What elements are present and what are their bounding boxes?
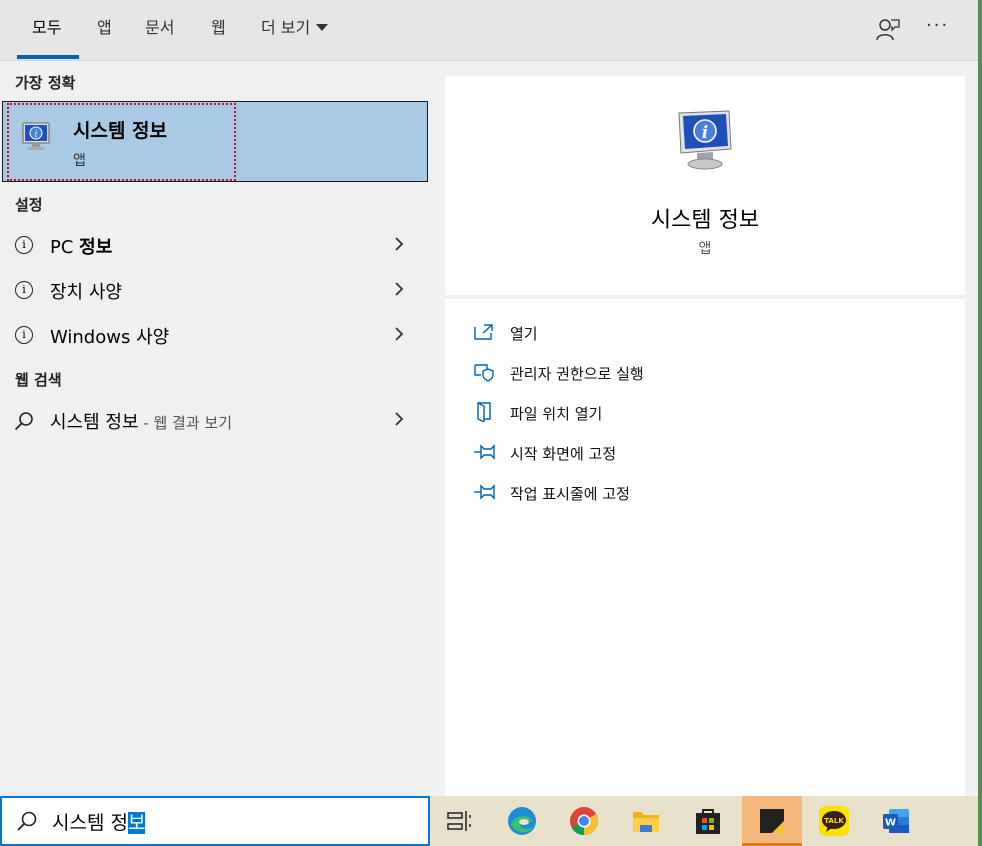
- shield-icon: [474, 364, 494, 382]
- web-search-suffix: - 웹 결과 보기: [138, 414, 233, 432]
- taskbar: TALK W: [430, 796, 978, 846]
- sticky-notes-icon: [760, 809, 784, 833]
- settings-item-device-specs[interactable]: i 장치 사양: [0, 268, 430, 313]
- tab-all[interactable]: 모두: [32, 0, 61, 60]
- best-match-title: 시스템 정보: [73, 120, 168, 142]
- settings-item-windows-specs[interactable]: i Windows 사양: [0, 313, 430, 358]
- folder-icon: [633, 812, 659, 832]
- system-info-icon: i: [678, 110, 732, 170]
- chevron-right-icon: [395, 237, 404, 251]
- kakaotalk-label: TALK: [824, 817, 844, 825]
- store-bag-icon: [696, 809, 720, 834]
- app-detail-title: 시스템 정보: [650, 208, 760, 233]
- best-match-header: 가장 정확: [15, 74, 76, 92]
- best-match-result[interactable]: i 시스템 정보 앱: [2, 101, 428, 182]
- results-panel: 가장 정확 i 시스템 정보 앱 설정 i PC 정보 i 장치 사양 i Wi…: [0, 61, 430, 796]
- action-pin-to-start[interactable]: 시작 화면에 고정: [473, 438, 933, 468]
- chevron-right-icon: [395, 282, 404, 296]
- tab-more-label: 더 보기: [261, 18, 311, 37]
- web-search-label: 시스템 정보 - 웹 결과 보기: [50, 408, 232, 434]
- system-info-icon: i: [22, 122, 50, 150]
- search-tab-bar: 모두 앱 문서 웹 더 보기 ···: [0, 0, 978, 61]
- preview-panel: i 시스템 정보 앱 열기 관리자 권한으로 실행 파일 위치 열기 시작 화면…: [430, 61, 978, 796]
- web-search-query: 시스템 정보: [50, 412, 139, 433]
- search-icon: [17, 811, 37, 831]
- active-tab-indicator: [17, 55, 79, 59]
- feedback-person-icon: [876, 19, 900, 41]
- pin-icon: [474, 444, 495, 460]
- word-icon: W: [883, 809, 909, 833]
- taskbar-kakaotalk[interactable]: TALK: [804, 796, 864, 846]
- info-icon: i: [15, 281, 33, 299]
- web-search-item[interactable]: 시스템 정보 - 웹 결과 보기: [0, 398, 430, 443]
- tab-documents[interactable]: 문서: [145, 0, 174, 60]
- search-input[interactable]: 시스템 정보: [52, 808, 146, 835]
- chevron-right-icon: [395, 327, 404, 341]
- taskbar-sticky-notes[interactable]: [742, 796, 802, 846]
- more-options-button[interactable]: ···: [926, 16, 956, 40]
- taskbar-store[interactable]: [678, 796, 738, 846]
- search-text: 시스템 정: [52, 812, 128, 834]
- actions-card: 열기 관리자 권한으로 실행 파일 위치 열기 시작 화면에 고정 작업 표시줄…: [445, 299, 965, 796]
- action-pin-to-taskbar[interactable]: 작업 표시줄에 고정: [473, 478, 933, 508]
- chevron-right-icon: [395, 412, 404, 426]
- pin-icon: [474, 484, 495, 500]
- chevron-down-icon: [316, 24, 329, 31]
- settings-item-label-plain: PC: [50, 237, 80, 258]
- action-open-file-location[interactable]: 파일 위치 열기: [473, 398, 933, 428]
- feedback-button[interactable]: [873, 14, 903, 44]
- task-view-icon: [447, 811, 471, 831]
- app-detail-subtitle: 앱: [698, 241, 712, 257]
- info-icon: i: [15, 326, 33, 344]
- background-window-edge: [978, 0, 982, 846]
- chrome-browser-icon: [570, 807, 598, 835]
- svg-text:i: i: [702, 123, 708, 143]
- action-label: 시작 화면에 고정: [510, 445, 617, 463]
- action-label: 작업 표시줄에 고정: [510, 485, 630, 503]
- action-open[interactable]: 열기: [473, 318, 933, 348]
- file-location-icon: [477, 402, 491, 422]
- taskbar-word[interactable]: W: [866, 796, 926, 846]
- tab-apps[interactable]: 앱: [97, 0, 112, 60]
- action-label: 열기: [510, 325, 538, 343]
- kakaotalk-icon: TALK: [819, 806, 849, 836]
- web-search-header: 웹 검색: [15, 371, 62, 389]
- settings-item-label-bold: 정보: [79, 237, 113, 258]
- search-text-selected: 보: [127, 812, 146, 834]
- tab-web[interactable]: 웹: [211, 0, 226, 60]
- settings-item-label: Windows 사양: [50, 327, 170, 348]
- search-icon: [14, 412, 33, 431]
- action-label: 관리자 권한으로 실행: [510, 365, 644, 383]
- settings-item-pc-info[interactable]: i PC 정보: [0, 223, 430, 268]
- settings-item-label: PC 정보: [50, 233, 112, 259]
- app-detail-card: i 시스템 정보 앱: [445, 76, 965, 295]
- search-box[interactable]: 시스템 정보: [0, 796, 430, 846]
- word-label: W: [885, 818, 896, 829]
- taskbar-file-explorer[interactable]: [616, 796, 676, 846]
- info-icon: i: [15, 236, 33, 254]
- open-icon: [474, 324, 493, 340]
- taskbar-task-view[interactable]: [430, 796, 490, 846]
- action-run-as-admin[interactable]: 관리자 권한으로 실행: [473, 358, 933, 388]
- svg-text:i: i: [35, 130, 38, 140]
- edge-browser-icon: [508, 807, 536, 835]
- taskbar-chrome[interactable]: [554, 796, 614, 846]
- settings-item-label: 장치 사양: [50, 282, 122, 303]
- action-label: 파일 위치 열기: [510, 405, 603, 423]
- best-match-subtitle: 앱: [73, 153, 86, 169]
- settings-header: 설정: [15, 196, 43, 214]
- taskbar-edge[interactable]: [492, 796, 552, 846]
- tab-more[interactable]: 더 보기: [261, 0, 329, 60]
